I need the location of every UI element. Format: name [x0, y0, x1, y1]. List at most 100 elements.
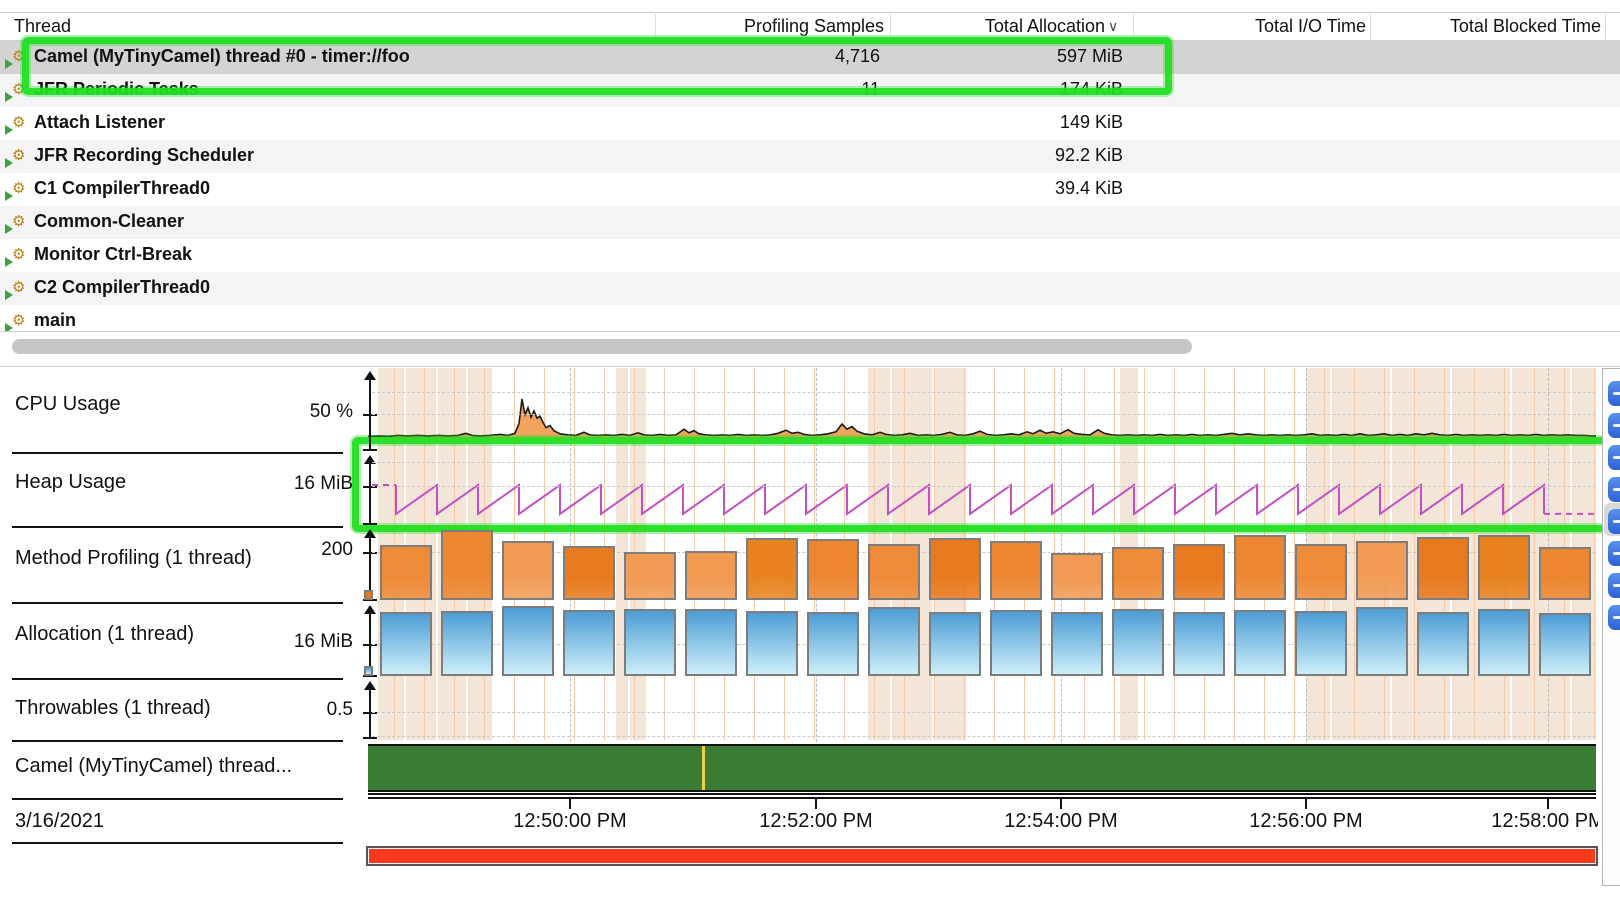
method-profiling-bar[interactable] — [746, 538, 798, 600]
lane-control-button[interactable] — [1608, 477, 1620, 502]
thread-gear-icon: ⚙ — [12, 212, 25, 230]
allocation-bar[interactable] — [380, 612, 432, 676]
method-profiling-bar[interactable] — [563, 546, 615, 600]
table-row[interactable]: ⚙Attach Listener149 KiB — [0, 107, 1620, 140]
table-row[interactable]: ⚙ Monitor Ctrl-Break — [0, 239, 1620, 272]
method-profiling-bar[interactable] — [685, 551, 737, 600]
thread-activity-span[interactable] — [368, 744, 1596, 792]
method-profiling-bar[interactable] — [624, 552, 676, 600]
table-row[interactable]: ⚙JFR Periodic Tasks11174 KiB — [0, 74, 1620, 107]
method-profiling-bar[interactable] — [990, 541, 1042, 600]
thread-name-cell: Monitor Ctrl-Break — [34, 244, 192, 265]
total-allocation-cell: 174 KiB — [943, 79, 1123, 100]
method-profiling-bar[interactable] — [1295, 544, 1347, 600]
lane-label-throwables: Throwables (1 thread) — [15, 697, 211, 720]
thread-gear-icon: ⚙ — [12, 80, 25, 98]
lane-gridline-heap — [372, 486, 1596, 487]
lane-gridline-throwables — [372, 712, 1596, 713]
method-profiling-bar[interactable] — [929, 538, 981, 600]
thread-name-cell: Attach Listener — [34, 112, 165, 133]
method-profiling-bar[interactable] — [1539, 547, 1591, 600]
lane-tick-label-method: 200 — [233, 539, 353, 561]
column-header-total-io-time[interactable]: Total I/O Time — [1166, 13, 1366, 39]
lane-separator — [12, 798, 343, 800]
allocation-bar[interactable] — [1173, 612, 1225, 676]
method-profiling-bar[interactable] — [1051, 553, 1103, 600]
sort-descending-icon[interactable]: ∨ — [1108, 13, 1128, 39]
lane-control-button[interactable] — [1608, 413, 1620, 438]
allocation-bar[interactable] — [1478, 609, 1530, 676]
table-row[interactable]: ⚙Camel (MyTinyCamel) thread #0 - timer:/… — [0, 41, 1620, 74]
method-profiling-bar[interactable] — [868, 544, 920, 600]
allocation-bar[interactable] — [624, 609, 676, 676]
allocation-bar[interactable] — [1112, 609, 1164, 676]
lane-axis-basetick-cpu — [363, 449, 377, 451]
lane-control-button[interactable] — [1608, 541, 1620, 566]
method-profiling-bar[interactable] — [1173, 544, 1225, 600]
method-profiling-bar[interactable] — [1478, 535, 1530, 600]
time-tick-label: 12:50:00 PM — [490, 808, 650, 834]
thread-name-cell: main — [34, 310, 76, 331]
lane-axis-heap — [369, 458, 371, 524]
lane-control-button[interactable] — [1608, 509, 1620, 534]
thread-name-cell: JFR Recording Scheduler — [34, 145, 254, 166]
time-tick-label: 12:58:00 PM — [1468, 808, 1598, 834]
allocation-bar[interactable] — [868, 607, 920, 676]
allocation-bar[interactable] — [685, 609, 737, 676]
lane-label-cpu: CPU Usage — [15, 393, 121, 416]
column-header-total-allocation[interactable]: Total Allocation — [905, 13, 1105, 39]
lane-control-button[interactable] — [1608, 605, 1620, 630]
lane-axis-basetick-heap — [363, 523, 377, 525]
lane-control-button[interactable] — [1608, 445, 1620, 470]
profiling-samples-cell: 4,716 — [700, 46, 880, 67]
allocation-bar[interactable] — [929, 612, 981, 676]
table-horizontal-scrollbar[interactable] — [12, 339, 1192, 354]
method-profiling-bar[interactable] — [1417, 537, 1469, 600]
column-header-profiling-samples[interactable]: Profiling Samples — [684, 13, 884, 39]
allocation-bar[interactable] — [990, 610, 1042, 676]
allocation-bar[interactable] — [1234, 610, 1286, 676]
table-row[interactable]: ⚙Common-Cleaner — [0, 206, 1620, 239]
time-axis-line — [368, 793, 1596, 795]
method-profiling-bar[interactable] — [380, 545, 432, 600]
table-row[interactable]: ⚙JFR Recording Scheduler92.2 KiB — [0, 140, 1620, 173]
lane-label-thread-activity: Camel (MyTinyCamel) thread... — [15, 755, 292, 778]
grid-line-vertical — [1474, 368, 1475, 740]
allocation-bar[interactable] — [563, 610, 615, 676]
allocation-bar[interactable] — [1539, 613, 1591, 676]
time-axis-tick — [1305, 798, 1307, 809]
method-profiling-bar[interactable] — [1234, 535, 1286, 600]
lane-tick-label-alloc: 16 MiB — [233, 631, 353, 653]
allocation-bar[interactable] — [746, 611, 798, 676]
time-range-scrollbar[interactable] — [366, 846, 1598, 866]
time-axis-tick — [569, 798, 571, 809]
allocation-bar[interactable] — [1051, 612, 1103, 676]
table-row[interactable]: ⚙C1 CompilerThread039.4 KiB — [0, 173, 1620, 206]
thread-gear-icon: ⚙ — [12, 245, 25, 263]
method-profiling-bar[interactable] — [1356, 541, 1408, 600]
grid-line-vertical — [1354, 368, 1355, 740]
column-header-thread[interactable]: Thread — [14, 13, 71, 39]
thread-gear-icon: ⚙ — [12, 146, 25, 164]
method-profiling-bar[interactable] — [502, 541, 554, 600]
allocation-bar[interactable] — [1356, 607, 1408, 676]
table-row[interactable]: ⚙main — [0, 305, 1620, 331]
method-profiling-bar[interactable] — [807, 539, 859, 600]
method-profiling-bar[interactable] — [1112, 547, 1164, 600]
allocation-bar[interactable] — [1417, 612, 1469, 676]
lane-gridline-method — [372, 552, 1596, 553]
lane-control-button[interactable] — [1608, 381, 1620, 406]
lane-control-button[interactable] — [1608, 573, 1620, 598]
allocation-bar[interactable] — [441, 611, 493, 676]
method-profiling-bar[interactable] — [441, 530, 493, 600]
allocation-bar[interactable] — [1295, 611, 1347, 676]
grid-line-white — [436, 368, 438, 740]
allocation-bar[interactable] — [502, 606, 554, 676]
allocation-bar[interactable] — [807, 612, 859, 676]
time-range-scrollbar-thumb[interactable] — [369, 849, 1595, 863]
column-header-total-blocked-time[interactable]: Total Blocked Time — [1401, 13, 1601, 39]
lane-gridline-heap — [372, 462, 1596, 463]
table-row[interactable]: ⚙C2 CompilerThread0 — [0, 272, 1620, 305]
lane-separator — [12, 678, 343, 680]
time-tick-label: 12:54:00 PM — [981, 808, 1141, 834]
